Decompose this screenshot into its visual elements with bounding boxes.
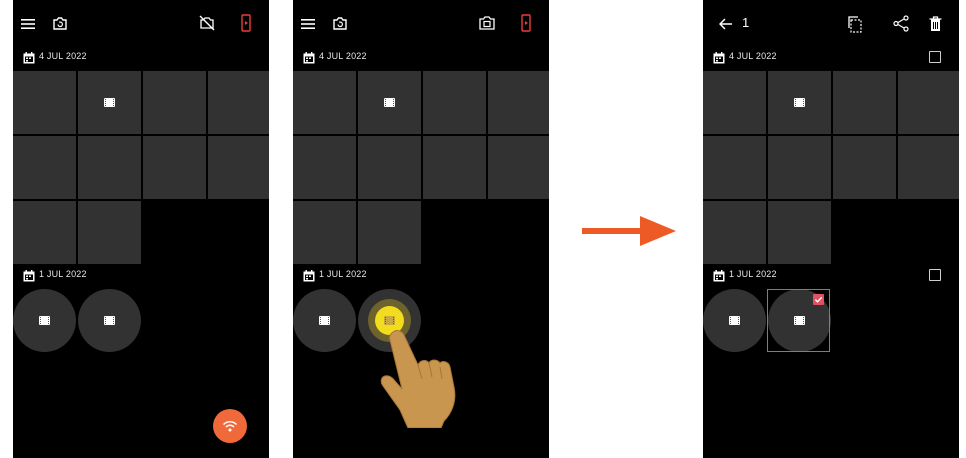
video-thumbnail[interactable]: [358, 71, 421, 134]
camera-off-icon[interactable]: [198, 15, 216, 31]
photo-thumbnail[interactable]: [13, 71, 76, 134]
photo-thumbnail[interactable]: [423, 71, 486, 134]
photo-thumbnail[interactable]: [143, 71, 206, 134]
section-select-checkbox[interactable]: [929, 51, 941, 63]
photo-thumbnail[interactable]: [488, 136, 549, 199]
photo-thumbnail[interactable]: [208, 71, 269, 134]
date-label: 4 JUL 2022: [319, 51, 367, 61]
phone-recording-icon[interactable]: [241, 14, 251, 32]
video-icon: [319, 316, 330, 325]
video-thumbnail[interactable]: [293, 289, 356, 352]
date-label: 1 JUL 2022: [319, 269, 367, 279]
photo-thumbnail[interactable]: [423, 136, 486, 199]
camera-switch-icon[interactable]: [332, 16, 348, 31]
photo-thumbnail[interactable]: [833, 71, 896, 134]
photo-thumbnail[interactable]: [293, 201, 356, 264]
selected-checkbox-icon[interactable]: [813, 294, 824, 305]
hand-pointer-icon: [380, 330, 456, 428]
top-toolbar: [293, 0, 549, 48]
select-all-icon[interactable]: [847, 15, 863, 33]
screen-selection-mode: 1 4 JUL 2022 1 JUL 2022: [703, 0, 959, 458]
photo-thumbnail[interactable]: [703, 136, 766, 199]
video-thumbnail[interactable]: [13, 289, 76, 352]
share-icon[interactable]: [893, 15, 909, 32]
date-header-section-1: 4 JUL 2022: [293, 48, 549, 70]
back-arrow-icon[interactable]: [719, 18, 733, 30]
photo-thumbnail[interactable]: [208, 136, 269, 199]
date-label: 1 JUL 2022: [39, 269, 87, 279]
video-icon: [794, 98, 805, 107]
photo-thumbnail[interactable]: [143, 136, 206, 199]
calendar-icon: [23, 52, 35, 64]
photo-thumbnail[interactable]: [898, 71, 959, 134]
date-header-section-2: 1 JUL 2022: [703, 266, 959, 288]
date-label: 1 JUL 2022: [729, 269, 777, 279]
calendar-icon: [303, 52, 315, 64]
photo-thumbnail[interactable]: [293, 136, 356, 199]
calendar-icon: [303, 270, 315, 282]
photo-thumbnail[interactable]: [768, 136, 831, 199]
calendar-icon: [713, 52, 725, 64]
photo-thumbnail[interactable]: [768, 201, 831, 264]
date-header-section-1: 4 JUL 2022: [13, 48, 269, 70]
calendar-icon: [23, 270, 35, 282]
video-icon: [104, 316, 115, 325]
photo-thumbnail[interactable]: [358, 201, 421, 264]
top-toolbar: [13, 0, 269, 48]
photo-thumbnail[interactable]: [13, 201, 76, 264]
camera-icon[interactable]: [478, 15, 496, 31]
photo-thumbnail[interactable]: [898, 136, 959, 199]
video-icon: [384, 316, 395, 325]
video-icon: [384, 98, 395, 107]
calendar-icon: [713, 270, 725, 282]
video-thumbnail[interactable]: [78, 71, 141, 134]
date-header-section-1: 4 JUL 2022: [703, 48, 959, 70]
menu-icon[interactable]: [21, 18, 35, 30]
photo-thumbnail[interactable]: [703, 71, 766, 134]
photo-thumbnail[interactable]: [13, 136, 76, 199]
photo-thumbnail[interactable]: [358, 136, 421, 199]
photo-thumbnail[interactable]: [703, 201, 766, 264]
photo-thumbnail[interactable]: [293, 71, 356, 134]
date-label: 4 JUL 2022: [729, 51, 777, 61]
date-label: 4 JUL 2022: [39, 51, 87, 61]
photo-thumbnail[interactable]: [78, 201, 141, 264]
date-header-section-2: 1 JUL 2022: [13, 266, 269, 288]
selection-toolbar: 1: [703, 0, 959, 48]
screen-gallery-long-press: 4 JUL 2022 1 JUL 2022: [293, 0, 549, 458]
photo-thumbnail[interactable]: [488, 71, 549, 134]
photo-thumbnail[interactable]: [78, 136, 141, 199]
selected-count: 1: [742, 15, 750, 30]
menu-icon[interactable]: [301, 18, 315, 30]
video-icon: [104, 98, 115, 107]
video-icon: [39, 316, 50, 325]
delete-icon[interactable]: [929, 16, 942, 32]
phone-recording-icon[interactable]: [521, 14, 531, 32]
wifi-button[interactable]: [213, 409, 247, 443]
section-select-checkbox[interactable]: [929, 269, 941, 281]
video-thumbnail[interactable]: [768, 71, 831, 134]
photo-thumbnail[interactable]: [833, 136, 896, 199]
video-thumbnail[interactable]: [78, 289, 141, 352]
video-thumbnail[interactable]: [703, 289, 766, 352]
camera-switch-icon[interactable]: [52, 16, 68, 31]
screen-gallery: 4 JUL 2022 1 JUL 2022: [13, 0, 269, 458]
date-header-section-2: 1 JUL 2022: [293, 266, 549, 288]
transition-arrow-icon: [582, 216, 676, 246]
video-icon: [729, 316, 740, 325]
wifi-icon: [222, 420, 238, 432]
